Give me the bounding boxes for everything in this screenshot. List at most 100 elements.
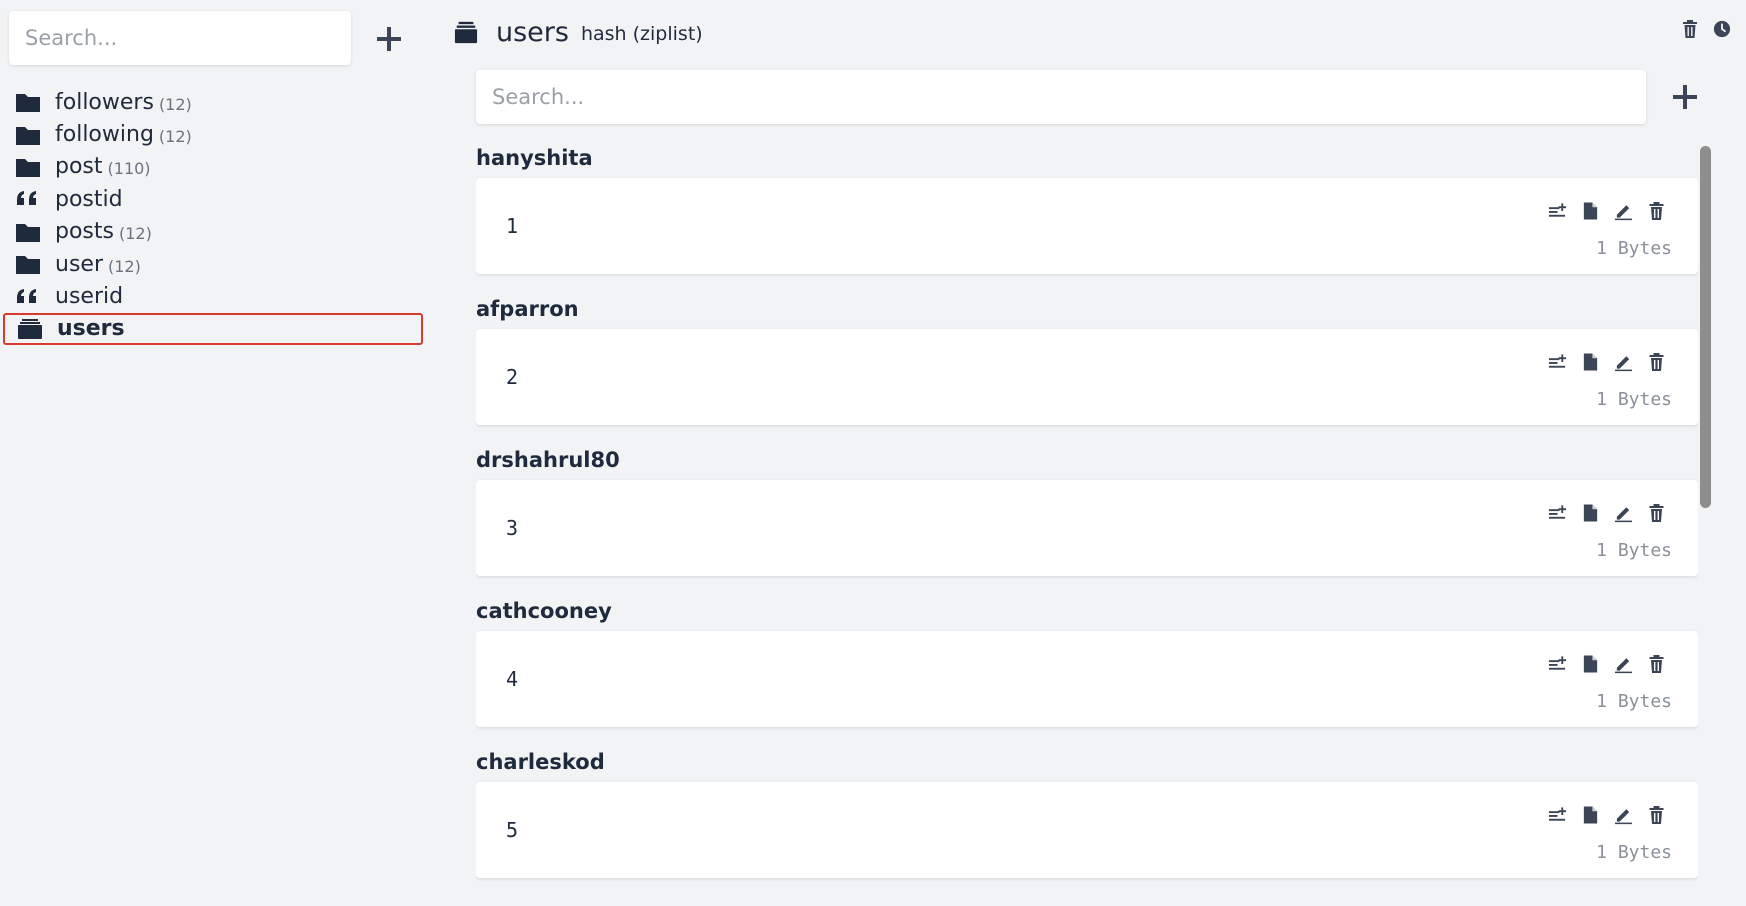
- insert-field-button[interactable]: [1547, 804, 1567, 826]
- field-name: cathcooney: [476, 599, 612, 623]
- field-search-input[interactable]: [476, 70, 1646, 124]
- edit-field-button[interactable]: [1613, 351, 1633, 373]
- key-item-postid[interactable]: postid: [3, 183, 423, 215]
- header-actions: [1680, 18, 1732, 40]
- folder-icon: [13, 154, 47, 180]
- field-size: 1 Bytes: [1596, 389, 1672, 410]
- field-name: charleskod: [476, 750, 605, 774]
- pencil-icon: [1614, 356, 1632, 372]
- key-count: (12): [108, 256, 141, 276]
- file-icon: [1583, 353, 1597, 371]
- folder-icon: [13, 89, 47, 115]
- field-actions: [1547, 502, 1666, 524]
- key-name: following: [55, 122, 154, 148]
- field-actions: [1547, 351, 1666, 373]
- trash-icon: [1683, 20, 1697, 38]
- key-name: postid: [55, 186, 123, 212]
- sidebar: followers (12) following (12) post (110)…: [0, 0, 430, 906]
- key-name: userid: [55, 284, 124, 310]
- main-panel: users hash (ziplist) hanyshita 1: [430, 0, 1746, 906]
- key-name: users: [57, 316, 125, 342]
- trash-icon: [1649, 504, 1663, 522]
- file-icon: [1583, 202, 1597, 220]
- quote-icon: [13, 186, 47, 212]
- copy-field-button[interactable]: [1580, 502, 1600, 524]
- copy-field-button[interactable]: [1580, 351, 1600, 373]
- key-name: posts: [55, 219, 114, 245]
- delete-field-button[interactable]: [1646, 804, 1666, 826]
- field-list-scrollbar[interactable]: [1698, 146, 1712, 906]
- copy-field-button[interactable]: [1580, 200, 1600, 222]
- quote-icon: [13, 284, 47, 310]
- field-list: hanyshita 1 1 Bytes afparron 2 1 Bytes d…: [476, 146, 1698, 906]
- trash-icon: [1649, 655, 1663, 673]
- list-plus-icon: [1548, 656, 1566, 670]
- key-count: (12): [158, 94, 192, 114]
- field-actions: [1547, 653, 1666, 675]
- clock-icon: [1713, 20, 1731, 38]
- edit-field-button[interactable]: [1613, 200, 1633, 222]
- folder-icon: [13, 251, 47, 277]
- key-search-input[interactable]: [9, 11, 351, 65]
- pencil-icon: [1614, 809, 1632, 825]
- insert-field-button[interactable]: [1547, 502, 1567, 524]
- trash-icon: [1649, 202, 1663, 220]
- field-card: 4 1 Bytes: [476, 631, 1698, 727]
- field-size: 1 Bytes: [1596, 842, 1672, 863]
- insert-field-button[interactable]: [1547, 351, 1567, 373]
- key-item-users[interactable]: users: [3, 312, 423, 346]
- list-plus-icon: [1548, 807, 1566, 821]
- field-value: 5: [506, 818, 519, 842]
- key-count: (12): [158, 127, 192, 147]
- key-item-following[interactable]: following (12): [3, 118, 423, 150]
- add-key-button[interactable]: [372, 22, 406, 56]
- trash-icon: [1649, 806, 1663, 824]
- key-item-userid[interactable]: userid: [3, 280, 423, 312]
- copy-field-button[interactable]: [1580, 653, 1600, 675]
- key-item-posts[interactable]: posts (12): [3, 216, 423, 248]
- field-size: 1 Bytes: [1596, 691, 1672, 712]
- pencil-icon: [1614, 205, 1632, 221]
- edit-field-button[interactable]: [1613, 502, 1633, 524]
- key-name: user: [55, 251, 103, 277]
- field-card: 5 1 Bytes: [476, 782, 1698, 878]
- key-item-followers[interactable]: followers (12): [3, 86, 423, 118]
- key-item-user[interactable]: user (12): [3, 248, 423, 280]
- key-header: users hash (ziplist): [454, 14, 703, 50]
- key-title: users: [496, 16, 569, 48]
- edit-field-button[interactable]: [1613, 804, 1633, 826]
- list-plus-icon: [1548, 354, 1566, 368]
- delete-field-button[interactable]: [1646, 502, 1666, 524]
- ttl-button[interactable]: [1712, 18, 1732, 40]
- insert-field-button[interactable]: [1547, 200, 1567, 222]
- delete-field-button[interactable]: [1646, 200, 1666, 222]
- key-type: hash (ziplist): [580, 23, 703, 45]
- add-field-button[interactable]: [1668, 80, 1702, 114]
- delete-field-button[interactable]: [1646, 351, 1666, 373]
- key-item-post[interactable]: post (110): [3, 151, 423, 183]
- insert-field-button[interactable]: [1547, 653, 1567, 675]
- field-card: 3 1 Bytes: [476, 480, 1698, 576]
- delete-field-button[interactable]: [1646, 653, 1666, 675]
- key-list: followers (12) following (12) post (110)…: [3, 86, 423, 346]
- scrollbar-thumb[interactable]: [1700, 146, 1711, 508]
- copy-field-button[interactable]: [1580, 804, 1600, 826]
- key-name: followers: [55, 89, 154, 115]
- app-window: followers (12) following (12) post (110)…: [0, 0, 1746, 906]
- plus-icon: [1673, 85, 1697, 109]
- key-name: post: [55, 154, 103, 180]
- field-name: hanyshita: [476, 146, 593, 170]
- list-plus-icon: [1548, 203, 1566, 217]
- field-size: 1 Bytes: [1596, 238, 1672, 259]
- archive-icon: [454, 18, 482, 46]
- field-actions: [1547, 200, 1666, 222]
- field-size: 1 Bytes: [1596, 540, 1672, 561]
- archive-icon: [15, 316, 49, 342]
- key-count: (110): [107, 159, 151, 179]
- plus-icon: [377, 27, 401, 51]
- delete-key-button[interactable]: [1680, 18, 1700, 40]
- edit-field-button[interactable]: [1613, 653, 1633, 675]
- field-value: 1: [506, 214, 519, 238]
- field-actions: [1547, 804, 1666, 826]
- list-plus-icon: [1548, 505, 1566, 519]
